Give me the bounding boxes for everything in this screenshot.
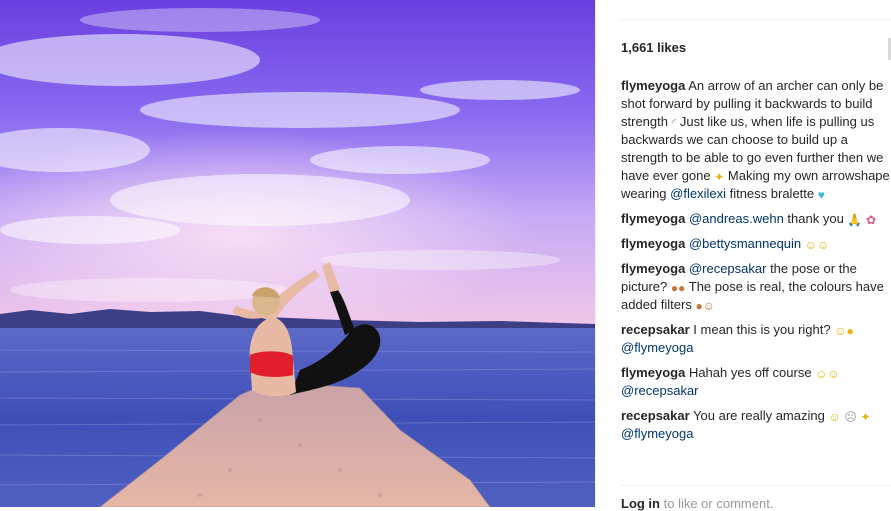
login-prompt-text: to like or comment. <box>660 496 774 511</box>
comment-username[interactable]: flymeyoga <box>621 236 685 251</box>
comment: flymeyoga @bettysmannequin ☺☺ <box>621 235 891 253</box>
small-face-emoji: ☹ <box>844 410 857 424</box>
mention-link[interactable]: @recepsakar <box>689 261 767 276</box>
comment-username[interactable]: recepsakar <box>621 408 690 423</box>
sparkle-emoji: ✦ <box>860 410 871 424</box>
footer-divider <box>621 485 891 486</box>
comment-text: thank you <box>783 211 848 226</box>
comment-text: fitness bralette <box>725 186 818 201</box>
hugging-faces-emoji: ☺☺ <box>804 238 830 252</box>
login-link[interactable]: Log in <box>621 496 660 511</box>
yoga-photo-image <box>0 0 595 507</box>
comment-text: You are really amazing <box>693 408 829 423</box>
smiling-faces-emoji: ☺☺ <box>815 367 840 381</box>
likes-count[interactable]: 1,661 likes <box>621 40 686 55</box>
post-photo[interactable] <box>0 0 595 507</box>
see-no-evil-monkeys-emoji: ●● <box>670 281 686 295</box>
header-divider <box>621 19 891 20</box>
comment-text: Hahah yes off course <box>688 365 816 380</box>
laughing-and-monkey-emoji: ☺● <box>834 324 854 338</box>
comments-panel: 1,661 likes flymeyoga An arrow of an arc… <box>595 0 891 511</box>
comment: flymeyoga @recepsakar the pose or the pi… <box>621 260 891 314</box>
monkey-and-grin-emoji: ●☺ <box>695 299 715 313</box>
mention-link[interactable]: @flymeyoga <box>621 340 693 355</box>
comment: flymeyoga @andreas.wehn thank you 🙏 ✿ <box>621 210 891 228</box>
login-prompt: Log in to like or comment. <box>621 496 773 511</box>
comment-username[interactable]: flymeyoga <box>621 78 685 93</box>
comment: recepsakar You are really amazing ☺ ☹ ✦ … <box>621 407 891 443</box>
mention-link[interactable]: @flexilexi <box>670 186 726 201</box>
comment-username[interactable]: recepsakar <box>621 322 690 337</box>
comment: flymeyoga An arrow of an archer can only… <box>621 77 891 203</box>
blue-heart-emoji: ♥ <box>817 188 825 202</box>
heart-eyes-emoji: ☺ <box>828 410 841 424</box>
mention-link[interactable]: @bettysmannequin <box>689 236 801 251</box>
comment-username[interactable]: flymeyoga <box>621 261 685 276</box>
tulip-emoji: ✿ <box>866 213 877 227</box>
comment-text: I mean this is you right? <box>693 322 835 337</box>
comment: flymeyoga Hahah yes off course ☺☺ @recep… <box>621 364 891 400</box>
mention-link[interactable]: @recepsakar <box>621 383 699 398</box>
mention-link[interactable]: @andreas.wehn <box>689 211 784 226</box>
comment-username[interactable]: flymeyoga <box>621 211 685 226</box>
praying-hands-emoji: 🙏 <box>847 213 863 227</box>
mention-link[interactable]: @flymeyoga <box>621 426 693 441</box>
comment-list: flymeyoga An arrow of an archer can only… <box>621 77 891 474</box>
comment: recepsakar I mean this is you right? ☺● … <box>621 321 891 357</box>
sparkle-emoji: ✦ <box>714 170 725 184</box>
comment-username[interactable]: flymeyoga <box>621 365 685 380</box>
